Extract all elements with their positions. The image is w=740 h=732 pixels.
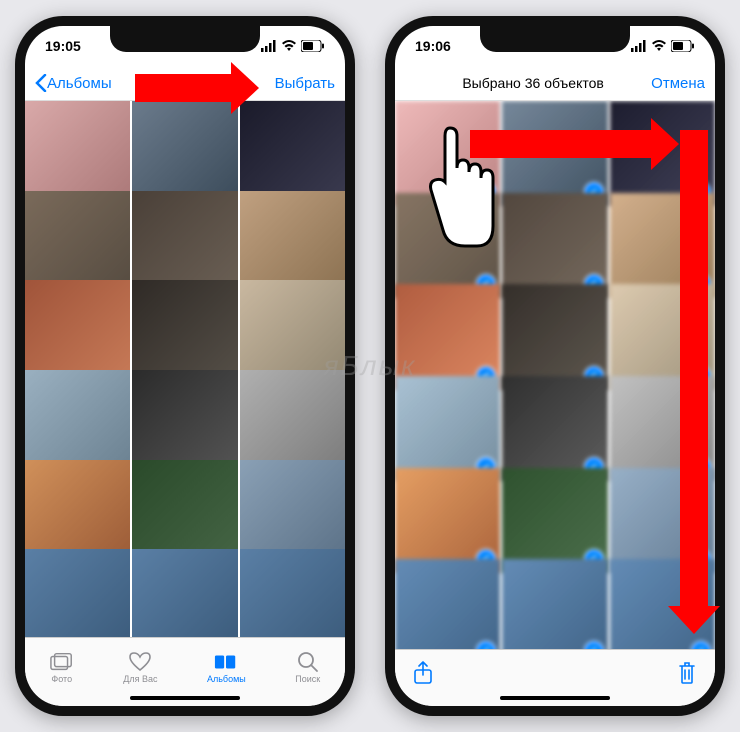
annotation-hand-icon <box>415 120 495 240</box>
tab-icon <box>128 652 152 672</box>
cancel-button[interactable]: Отмена <box>651 75 705 92</box>
photo-thumb[interactable] <box>25 549 130 637</box>
battery-icon <box>671 40 695 52</box>
photo-thumb[interactable] <box>132 549 237 637</box>
share-button[interactable] <box>413 661 433 690</box>
selection-check-icon: ✓ <box>476 641 496 649</box>
nav-bar: Выбрано 36 объектов Отмена <box>395 66 715 101</box>
signal-icon <box>261 40 277 52</box>
notch <box>110 26 260 52</box>
phone-left: 19:05 Альбомы Выбрать 0:120:060:370:18 Ф… <box>15 16 355 716</box>
photo-thumb-selected[interactable]: ✓ <box>395 468 500 573</box>
tab-icon <box>50 652 74 672</box>
photo-thumb-selected[interactable]: ✓ <box>502 284 607 389</box>
trash-icon <box>677 661 697 685</box>
tab-поиск[interactable]: Поиск <box>295 652 320 684</box>
selection-check-icon: ✓ <box>584 641 604 649</box>
signal-icon <box>631 40 647 52</box>
tab-альбомы[interactable]: Альбомы <box>207 652 246 684</box>
status-time: 19:05 <box>45 38 81 54</box>
status-time: 19:06 <box>415 38 451 54</box>
tab-label: Фото <box>51 674 72 684</box>
photo-thumb-selected[interactable]: ✓ <box>502 468 607 573</box>
tab-label: Альбомы <box>207 674 246 684</box>
tab-для-вас[interactable]: Для Вас <box>123 652 157 684</box>
annotation-arrow-swipe-v <box>680 130 708 610</box>
tab-label: Поиск <box>295 674 320 684</box>
wifi-icon <box>281 40 297 52</box>
tab-icon <box>214 652 238 672</box>
tab-label: Для Вас <box>123 674 157 684</box>
tab-icon <box>296 652 320 672</box>
home-indicator[interactable] <box>130 696 240 700</box>
tab-фото[interactable]: Фото <box>50 652 74 684</box>
photo-thumb-selected[interactable]: ✓ <box>502 193 607 298</box>
home-indicator[interactable] <box>500 696 610 700</box>
back-button[interactable]: Альбомы <box>35 74 112 92</box>
status-icons <box>631 40 695 52</box>
status-icons <box>261 40 325 52</box>
photo-grid[interactable]: 0:120:060:370:18 <box>25 101 345 637</box>
photo-thumb-selected[interactable]: ✓ <box>395 284 500 389</box>
photo-thumb[interactable] <box>240 549 345 637</box>
back-label: Альбомы <box>47 75 112 92</box>
selection-check-icon: ✓ <box>691 641 711 649</box>
selection-title: Выбрано 36 объектов <box>415 75 651 91</box>
notch <box>480 26 630 52</box>
photo-thumb-selected[interactable]: ✓ <box>502 559 607 649</box>
delete-button[interactable] <box>677 661 697 690</box>
select-button[interactable]: Выбрать <box>275 75 335 92</box>
chevron-left-icon <box>35 74 47 92</box>
photo-thumb-selected[interactable]: ✓ <box>395 559 500 649</box>
photo-thumb-selected[interactable]: ✓ <box>502 376 607 481</box>
battery-icon <box>301 40 325 52</box>
photo-thumb-selected[interactable]: ✓ <box>395 376 500 481</box>
wifi-icon <box>651 40 667 52</box>
share-icon <box>413 661 433 685</box>
annotation-arrow-select <box>135 74 235 102</box>
